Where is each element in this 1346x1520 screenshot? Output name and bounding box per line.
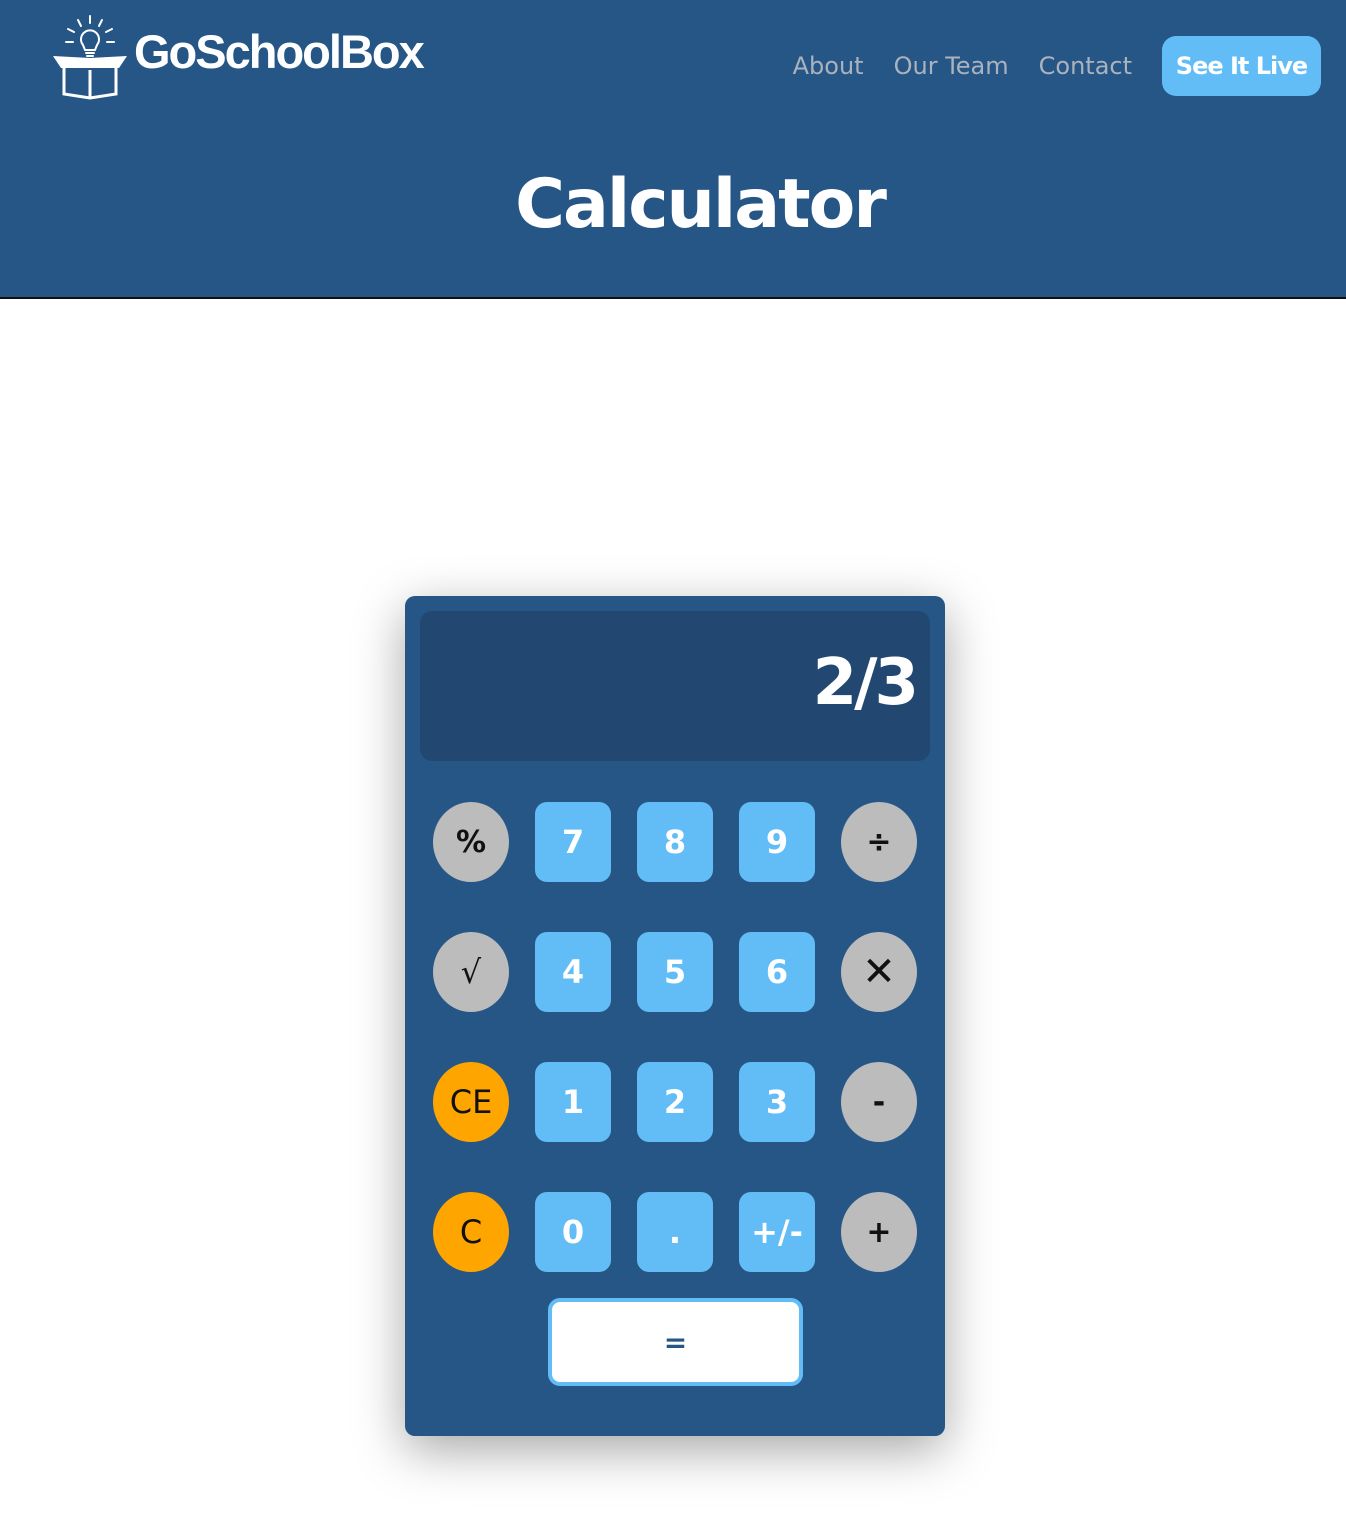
square-root-button[interactable]: √	[433, 932, 509, 1012]
digit-9-button[interactable]: 9	[739, 802, 815, 882]
display-value: 2/3	[812, 646, 919, 720]
page-title: Calculator	[515, 165, 887, 244]
brand-name: GoSchoolBox	[134, 24, 425, 78]
digit-8-button[interactable]: 8	[637, 802, 713, 882]
calculator-display: 2/3	[420, 611, 930, 761]
decimal-button[interactable]: .	[637, 1192, 713, 1272]
digit-4-button[interactable]: 4	[535, 932, 611, 1012]
add-button[interactable]: +	[841, 1192, 917, 1272]
digit-5-button[interactable]: 5	[637, 932, 713, 1012]
see-it-live-button[interactable]: See It Live	[1162, 36, 1321, 96]
lightbulb-box-icon	[53, 15, 127, 100]
equals-button[interactable]: =	[548, 1298, 803, 1386]
digit-6-button[interactable]: 6	[739, 932, 815, 1012]
brand-logo[interactable]: GoSchoolBox	[50, 12, 425, 102]
digit-0-button[interactable]: 0	[535, 1192, 611, 1272]
nav-contact-link[interactable]: Contact	[1039, 52, 1132, 80]
divide-button[interactable]: ÷	[841, 802, 917, 882]
nav-about-link[interactable]: About	[793, 52, 864, 80]
multiply-button[interactable]: ✕	[841, 932, 917, 1012]
percent-button[interactable]: %	[433, 802, 509, 882]
digit-2-button[interactable]: 2	[637, 1062, 713, 1142]
clear-entry-button[interactable]: CE	[433, 1062, 509, 1142]
calculator: 2/3 % 7 8 9 ÷ √ 4 5 6 ✕ CE 1 2 3 - C 0 .…	[405, 596, 945, 1436]
clear-all-button[interactable]: C	[433, 1192, 509, 1272]
site-header: GoSchoolBox About Our Team Contact See I…	[0, 0, 1346, 299]
main-nav: About Our Team Contact See It Live	[793, 36, 1321, 96]
digit-7-button[interactable]: 7	[535, 802, 611, 882]
digit-3-button[interactable]: 3	[739, 1062, 815, 1142]
nav-our-team-link[interactable]: Our Team	[894, 52, 1009, 80]
subtract-button[interactable]: -	[841, 1062, 917, 1142]
toggle-sign-button[interactable]: +/-	[739, 1192, 815, 1272]
digit-1-button[interactable]: 1	[535, 1062, 611, 1142]
